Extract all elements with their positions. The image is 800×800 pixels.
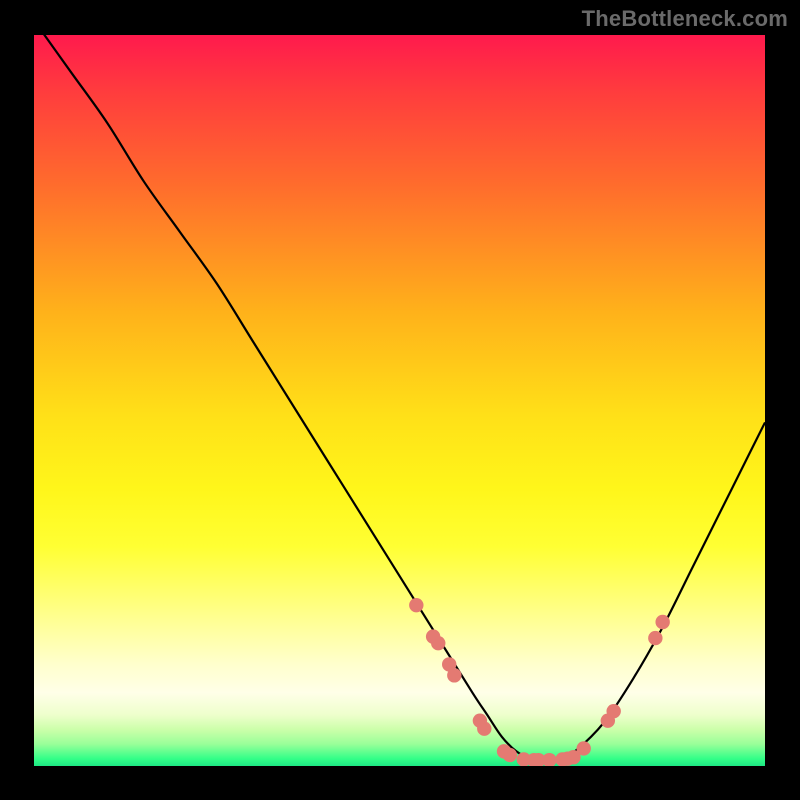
chart-marker xyxy=(655,615,669,629)
chart-svg xyxy=(34,35,765,766)
chart-marker xyxy=(477,722,491,736)
chart-marker xyxy=(431,636,445,650)
chart-marker xyxy=(606,704,620,718)
chart-marker xyxy=(503,748,517,762)
chart-plot-area xyxy=(34,35,765,766)
chart-marker xyxy=(577,741,591,755)
chart-curve xyxy=(34,35,765,759)
watermark-label: TheBottleneck.com xyxy=(582,6,788,32)
chart-marker xyxy=(447,668,461,682)
chart-marker xyxy=(542,753,556,766)
chart-marker xyxy=(409,598,423,612)
chart-marker xyxy=(648,631,662,645)
